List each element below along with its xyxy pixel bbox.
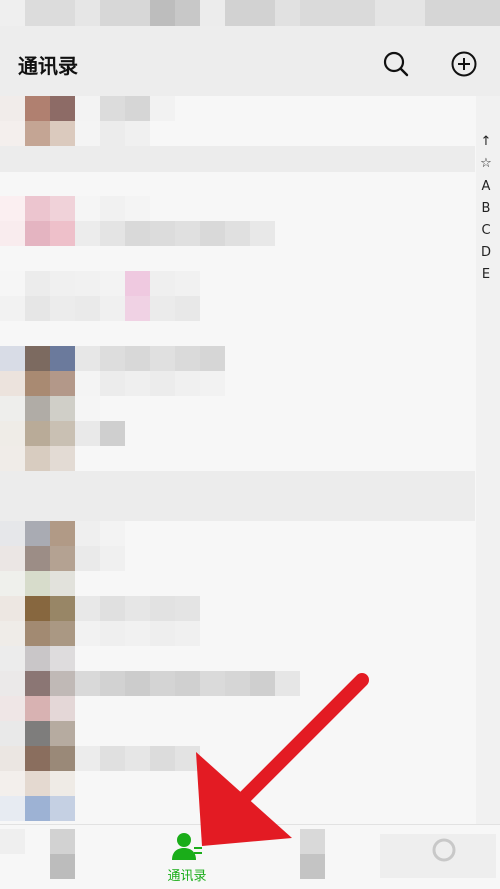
- index-letter-b[interactable]: B: [476, 201, 496, 216]
- list-item[interactable]: [0, 446, 475, 471]
- tab-blur: [0, 829, 25, 854]
- tab-blur: [50, 854, 75, 879]
- plus-circle-icon: [451, 51, 477, 77]
- index-letter-d[interactable]: D: [476, 245, 496, 260]
- list-item[interactable]: [0, 671, 475, 696]
- list-item[interactable]: [0, 221, 475, 246]
- list-item[interactable]: [0, 646, 475, 671]
- list-item[interactable]: [0, 371, 475, 396]
- page-title: 通讯录: [18, 54, 78, 78]
- list-item[interactable]: [0, 771, 475, 796]
- index-star[interactable]: ☆: [476, 156, 496, 171]
- tab-blur: [300, 829, 325, 854]
- list-item[interactable]: [0, 796, 475, 821]
- tab-blur: [300, 854, 325, 879]
- section-divider: [0, 146, 475, 172]
- status-bar: [0, 0, 500, 26]
- add-button[interactable]: [448, 48, 480, 80]
- list-item[interactable]: [0, 696, 475, 721]
- header: 通讯录: [0, 26, 500, 96]
- tab-contacts-label: 通讯录: [167, 869, 207, 884]
- list-item[interactable]: [0, 746, 475, 771]
- tab-contacts[interactable]: 通讯录: [150, 825, 230, 889]
- list-item[interactable]: [0, 96, 475, 121]
- list-item[interactable]: [0, 346, 475, 371]
- section-divider: [0, 471, 475, 521]
- list-item[interactable]: [0, 596, 475, 621]
- index-letter-e[interactable]: E: [476, 267, 496, 282]
- index-letter-a[interactable]: A: [476, 179, 496, 194]
- list-item[interactable]: [0, 121, 475, 146]
- tab-blur: [50, 829, 75, 854]
- list-item[interactable]: [0, 196, 475, 221]
- list-item[interactable]: [0, 521, 475, 546]
- watermark: [380, 828, 496, 884]
- list-item[interactable]: [0, 546, 475, 571]
- list-item[interactable]: [0, 571, 475, 596]
- search-button[interactable]: [380, 48, 412, 80]
- list-item[interactable]: [0, 421, 475, 446]
- index-letter-c[interactable]: C: [476, 223, 496, 238]
- alphabet-index[interactable]: ↑ ☆ A B C D E: [476, 96, 500, 824]
- contact-list[interactable]: [0, 96, 500, 824]
- person-icon: [172, 833, 202, 860]
- index-up-arrow[interactable]: ↑: [476, 134, 496, 149]
- list-item[interactable]: [0, 271, 475, 296]
- list-item[interactable]: [0, 621, 475, 646]
- list-item[interactable]: [0, 396, 475, 421]
- list-item[interactable]: [0, 721, 475, 746]
- list-item[interactable]: [0, 296, 475, 321]
- search-icon: [383, 51, 409, 77]
